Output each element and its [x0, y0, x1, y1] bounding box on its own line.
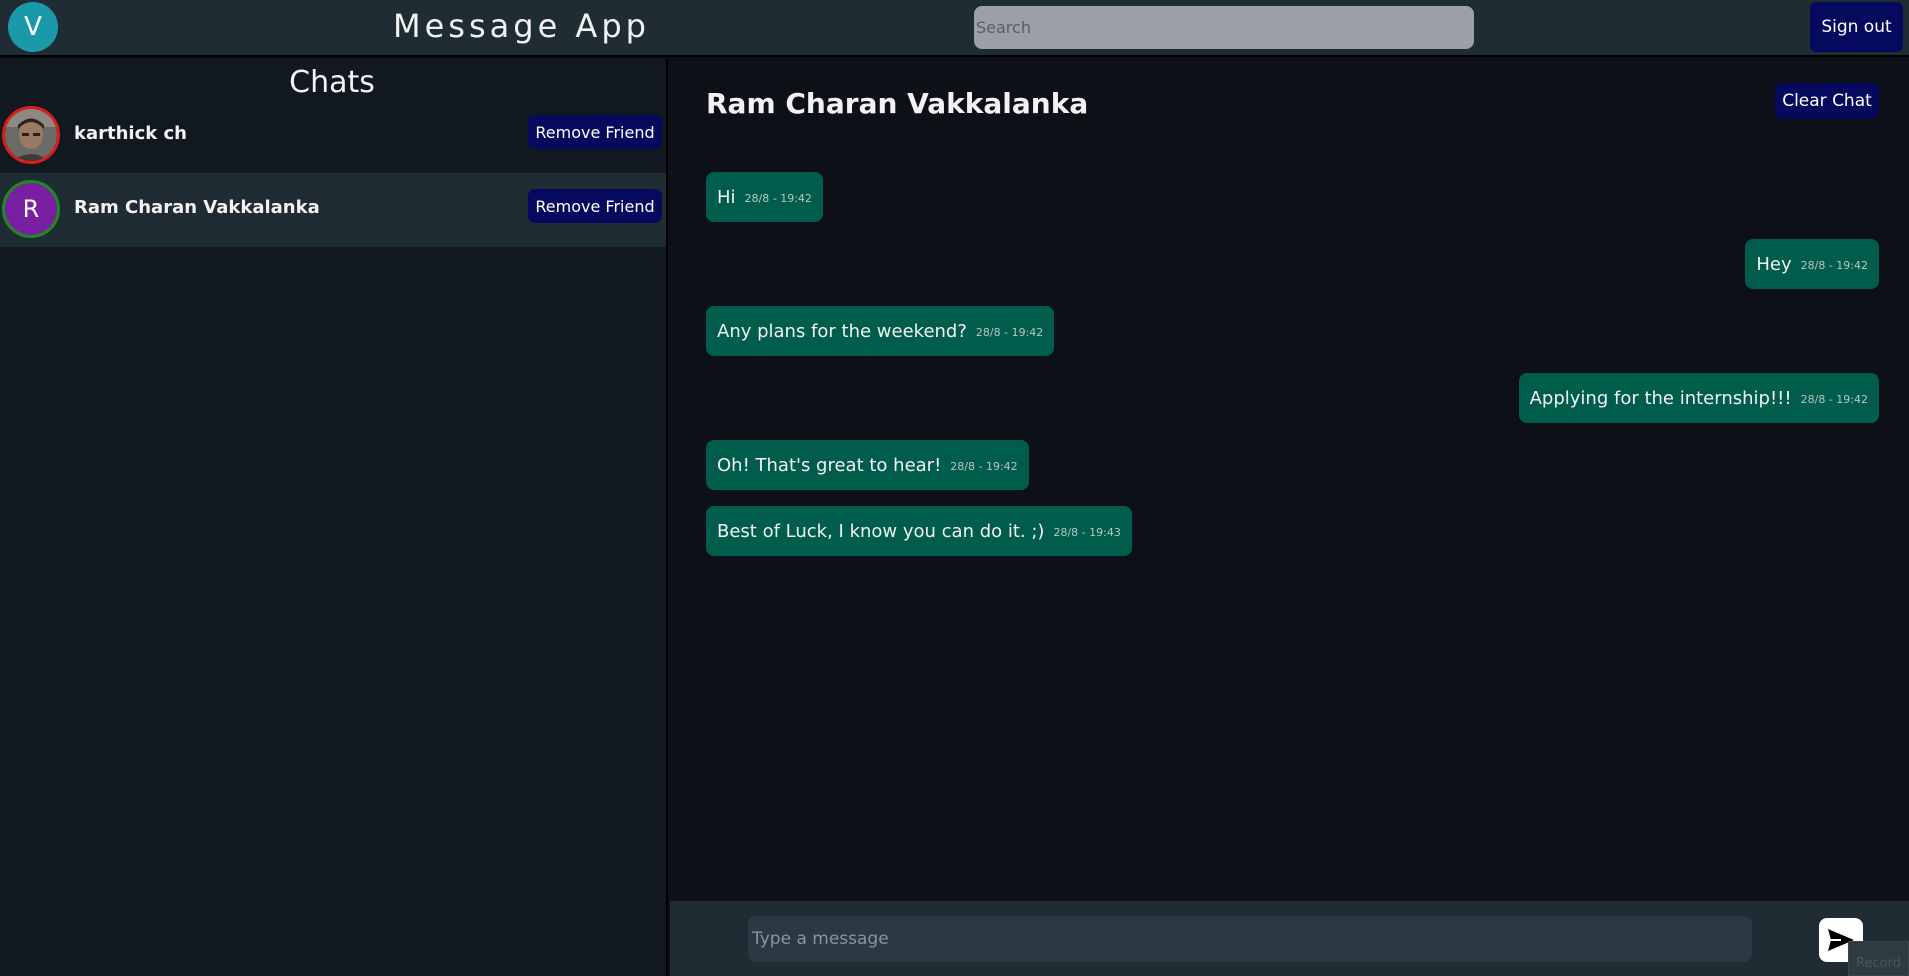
sign-out-button[interactable]: Sign out — [1810, 2, 1903, 52]
contact-avatar: R — [2, 180, 60, 238]
chat-panel: Ram Charan Vakkalanka Clear Chat Hi 28/8… — [670, 59, 1909, 976]
message-text: Oh! That's great to hear! — [717, 454, 942, 476]
message-time: 28/8 - 19:43 — [1053, 526, 1121, 539]
remove-friend-button[interactable]: Remove Friend — [528, 115, 662, 149]
message-text: Best of Luck, I know you can do it. ;) — [717, 520, 1045, 542]
contact-item-karthick[interactable]: karthick ch Remove Friend — [0, 99, 666, 173]
contact-name: Ram Charan Vakkalanka — [74, 197, 320, 218]
top-bar: V Message App Sign out — [0, 0, 1909, 57]
message-time: 28/8 - 19:42 — [744, 192, 812, 205]
message-time: 28/8 - 19:42 — [975, 326, 1044, 339]
message-time: 28/8 - 19:42 — [950, 460, 1018, 473]
contact-name: karthick ch — [74, 123, 187, 144]
chats-heading: Chats — [289, 65, 375, 100]
record-button[interactable]: Record — [1848, 941, 1909, 976]
message-composer: Record — [670, 901, 1909, 976]
message-time: 28/8 - 19:42 — [1800, 393, 1868, 406]
chat-title: Ram Charan Vakkalanka — [706, 87, 1089, 120]
message-bubble: Hey 28/8 - 19:42 — [1745, 239, 1879, 289]
message-text: Hi — [717, 186, 736, 208]
app-title: Message App — [393, 7, 650, 45]
message-input[interactable] — [748, 916, 1752, 962]
contact-item-ram-charan[interactable]: R Ram Charan Vakkalanka Remove Friend — [0, 173, 666, 247]
profile-photo-icon — [5, 109, 57, 161]
message-bubble: Hi 28/8 - 19:42 — [706, 172, 823, 222]
message-text: Hey — [1756, 253, 1792, 275]
clear-chat-button[interactable]: Clear Chat — [1775, 83, 1879, 119]
search-input[interactable] — [974, 6, 1474, 49]
message-bubble: Best of Luck, I know you can do it. ;) 2… — [706, 506, 1132, 556]
chat-list-sidebar: Chats karthick ch Remove Friend R Ram Ch… — [0, 59, 668, 976]
remove-friend-button[interactable]: Remove Friend — [528, 189, 662, 223]
message-bubble: Applying for the internship!!! 28/8 - 19… — [1518, 373, 1879, 423]
message-bubble: Oh! That's great to hear! 28/8 - 19:42 — [706, 440, 1029, 490]
message-time: 28/8 - 19:42 — [1800, 259, 1868, 272]
message-text: Applying for the internship!!! — [1529, 387, 1792, 409]
message-text: Any plans for the weekend? — [717, 320, 967, 342]
user-avatar[interactable]: V — [8, 2, 58, 52]
message-bubble: Any plans for the weekend? 28/8 - 19:42 — [706, 306, 1055, 356]
contact-avatar — [2, 106, 60, 164]
